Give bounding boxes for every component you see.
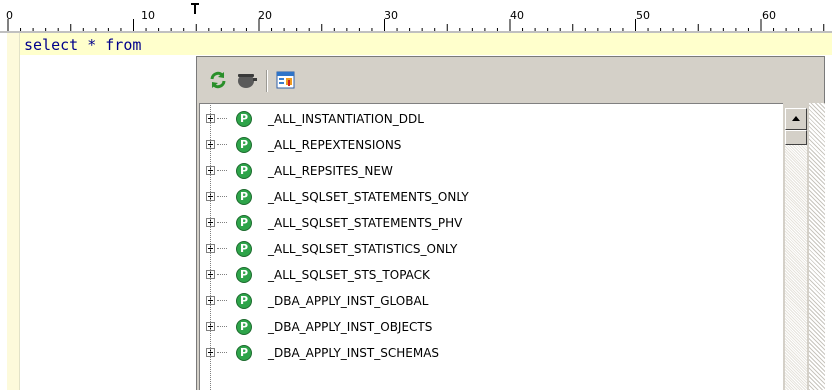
object-button[interactable] xyxy=(236,70,257,90)
popup-resize-grip[interactable] xyxy=(809,103,825,390)
tree-connector xyxy=(217,274,227,275)
popup-toolbar xyxy=(198,60,398,94)
scroll-thumb[interactable] xyxy=(785,130,807,145)
tree-item[interactable]: P _ALL_SQLSET_STATEMENTS_PHV xyxy=(200,211,784,237)
toolbar-separator xyxy=(266,70,268,92)
tree-item[interactable]: P _DBA_APPLY_INST_GLOBAL xyxy=(200,289,784,315)
tree-connector xyxy=(217,248,227,249)
tree-item[interactable]: P _ALL_SQLSET_STS_TOPACK xyxy=(200,263,784,289)
ruler-label-40: 40 xyxy=(510,9,524,22)
ruler-ticks xyxy=(0,3,832,33)
tree-item[interactable]: P _ALL_SQLSET_STATEMENTS_ONLY xyxy=(200,185,784,211)
package-icon: P xyxy=(236,111,252,127)
ruler-label-20: 20 xyxy=(258,9,272,22)
package-icon: P xyxy=(236,345,252,361)
refresh-icon xyxy=(210,71,226,89)
ruler-label-30: 30 xyxy=(384,9,398,22)
ruler: 0 10 20 30 40 50 60 xyxy=(0,0,832,33)
package-icon: P xyxy=(236,267,252,283)
current-line-highlight[interactable] xyxy=(20,33,832,55)
ruler-label-60: 60 xyxy=(762,9,776,22)
tree-item[interactable]: P _ALL_SQLSET_STATISTICS_ONLY xyxy=(200,237,784,263)
tree-item-label: _DBA_APPLY_INST_OBJECTS xyxy=(268,320,433,334)
tree-item-label: _ALL_REPSITES_NEW xyxy=(268,164,393,178)
package-icon: P xyxy=(236,137,252,153)
editor-gutter xyxy=(7,33,20,390)
tree-connector xyxy=(217,144,227,145)
sql-code-line[interactable]: select * from xyxy=(24,36,141,54)
tree-guide-line xyxy=(210,103,211,390)
tree-item[interactable]: P _ALL_REPEXTENSIONS xyxy=(200,133,784,159)
tree-item[interactable]: P _ALL_REPSITES_NEW xyxy=(200,159,784,185)
tree-item-label: _ALL_SQLSET_STS_TOPACK xyxy=(268,268,430,282)
package-icon: P xyxy=(236,163,252,179)
pot-icon xyxy=(238,74,257,88)
scroll-up-button[interactable] xyxy=(785,108,807,130)
ruler-label-50: 50 xyxy=(636,9,650,22)
package-icon: P xyxy=(236,293,252,309)
browse-button[interactable] xyxy=(276,70,296,90)
tree-item[interactable]: P _ALL_INSTANTIATION_DDL xyxy=(200,107,784,133)
tree-item[interactable]: P _DBA_APPLY_INST_SCHEMAS xyxy=(200,341,784,367)
ruler-label-10: 10 xyxy=(141,9,155,22)
tree-connector xyxy=(217,118,227,119)
package-icon: P xyxy=(236,189,252,205)
tree-connector xyxy=(217,170,227,171)
tree-item-label: _DBA_APPLY_INST_SCHEMAS xyxy=(268,346,440,360)
tree-item[interactable]: P _DBA_APPLY_INST_OBJECTS xyxy=(200,315,784,341)
tree-connector xyxy=(217,196,227,197)
ruler-label-0: 0 xyxy=(6,9,13,22)
tree-connector xyxy=(217,326,227,327)
tree-item-label: _ALL_REPEXTENSIONS xyxy=(268,138,402,152)
tree-item-label: _ALL_SQLSET_STATEMENTS_ONLY xyxy=(268,190,469,204)
tree-connector xyxy=(217,300,227,301)
object-tree[interactable]: P _ALL_INSTANTIATION_DDL P _ALL_REPEXTEN… xyxy=(199,103,783,390)
tree-item-label: _DBA_APPLY_INST_GLOBAL xyxy=(268,294,429,308)
refresh-button[interactable] xyxy=(208,70,228,90)
tree-connector xyxy=(217,222,227,223)
table-browser-icon xyxy=(276,71,295,89)
scroll-track[interactable] xyxy=(785,145,807,390)
tree-connector xyxy=(217,352,227,353)
tree-item-label: _ALL_SQLSET_STATISTICS_ONLY xyxy=(268,242,458,256)
tree-item-label: _ALL_INSTANTIATION_DDL xyxy=(268,112,424,126)
package-icon: P xyxy=(236,241,252,257)
package-icon: P xyxy=(236,319,252,335)
tree-item-label: _ALL_SQLSET_STATEMENTS_PHV xyxy=(268,216,463,230)
ruler-caret-marker xyxy=(191,3,199,14)
package-icon: P xyxy=(236,215,252,231)
